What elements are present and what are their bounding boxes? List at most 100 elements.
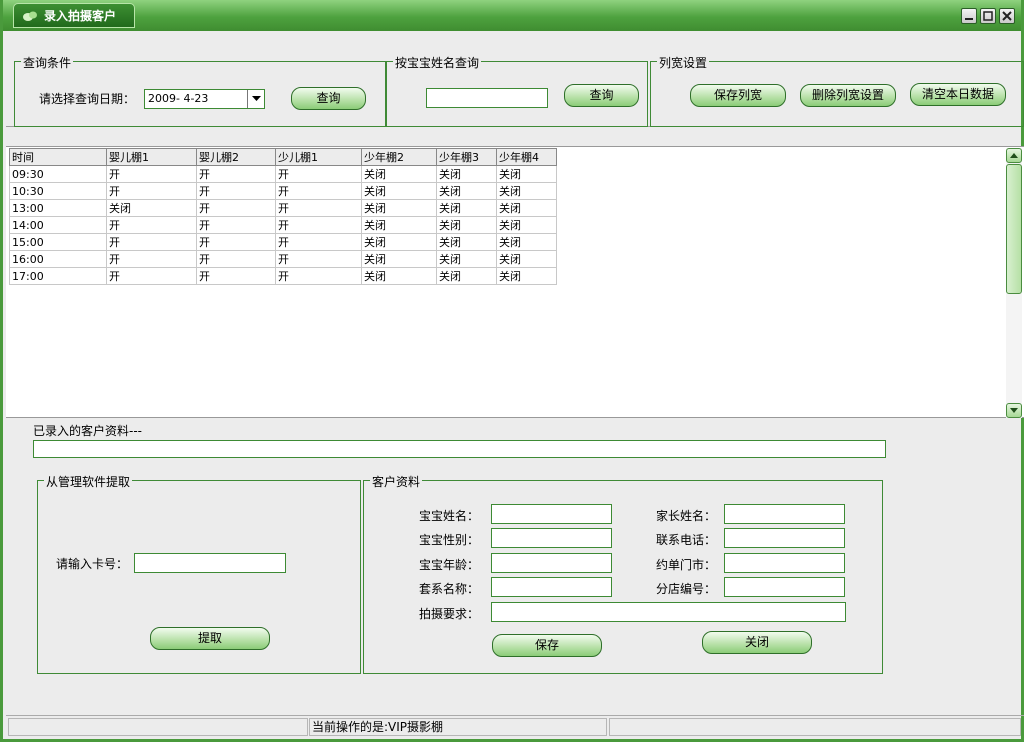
table-cell[interactable]: 关闭	[496, 182, 557, 200]
date-query-button[interactable]: 查询	[291, 87, 366, 110]
save-column-width-button[interactable]: 保存列宽	[690, 84, 786, 107]
table-cell[interactable]: 关闭	[496, 165, 557, 183]
column-header[interactable]: 少儿棚1	[275, 148, 362, 166]
table-cell[interactable]: 关闭	[361, 216, 437, 234]
baby-age-input[interactable]	[491, 553, 612, 573]
table-cell[interactable]: 关闭	[361, 267, 437, 285]
table-cell[interactable]: 开	[275, 233, 362, 251]
table-cell[interactable]: 关闭	[436, 182, 497, 200]
table-cell[interactable]: 17:00	[9, 267, 107, 285]
table-cell[interactable]: 关闭	[436, 267, 497, 285]
close-icon[interactable]	[999, 8, 1015, 24]
package-name-input[interactable]	[491, 577, 612, 597]
table-cell[interactable]: 14:00	[9, 216, 107, 234]
scroll-up-icon[interactable]	[1006, 148, 1022, 163]
column-header[interactable]: 少年棚3	[436, 148, 497, 166]
column-header[interactable]: 时间	[9, 148, 107, 166]
table-cell[interactable]: 开	[106, 165, 197, 183]
title-bar[interactable]: 录入拍摄客户	[3, 0, 1021, 31]
booking-store-input[interactable]	[724, 553, 845, 573]
table-row[interactable]: 10:30 开 开 开 关闭 关闭 关闭	[9, 182, 557, 200]
fetch-button[interactable]: 提取	[150, 627, 270, 650]
scroll-down-icon[interactable]	[1006, 403, 1022, 418]
table-cell[interactable]: 关闭	[496, 250, 557, 268]
delete-column-width-button[interactable]: 删除列宽设置	[800, 84, 896, 107]
column-header[interactable]: 婴儿棚1	[106, 148, 197, 166]
close-button[interactable]: 关闭	[702, 631, 812, 654]
table-cell[interactable]: 关闭	[361, 250, 437, 268]
table-cell[interactable]: 开	[196, 165, 276, 183]
phone-label: 联系电话：	[656, 533, 717, 547]
baby-name-search-input[interactable]	[426, 88, 548, 108]
table-row[interactable]: 17:00 开 开 开 关闭 关闭 关闭	[9, 267, 557, 285]
table-cell[interactable]: 开	[196, 199, 276, 217]
table-cell[interactable]: 关闭	[436, 250, 497, 268]
name-query-button[interactable]: 查询	[564, 84, 639, 107]
save-button[interactable]: 保存	[492, 634, 602, 657]
table-cell[interactable]: 开	[275, 267, 362, 285]
table-cell[interactable]: 开	[275, 250, 362, 268]
date-picker[interactable]: 2009- 4-23	[144, 89, 265, 109]
table-cell[interactable]: 开	[196, 182, 276, 200]
table-row[interactable]: 14:00 开 开 开 关闭 关闭 关闭	[9, 216, 557, 234]
table-row[interactable]: 15:00 开 开 开 关闭 关闭 关闭	[9, 233, 557, 251]
table-cell[interactable]: 15:00	[9, 233, 107, 251]
scrollbar-thumb[interactable]	[1006, 164, 1022, 294]
table-cell[interactable]: 16:00	[9, 250, 107, 268]
column-header[interactable]: 少年棚4	[496, 148, 557, 166]
baby-gender-input[interactable]	[491, 528, 612, 548]
table-cell[interactable]: 关闭	[361, 182, 437, 200]
table-cell[interactable]: 10:30	[9, 182, 107, 200]
table-cell[interactable]: 开	[106, 182, 197, 200]
table-cell[interactable]: 开	[196, 216, 276, 234]
table-cell[interactable]: 关闭	[496, 199, 557, 217]
phone-input[interactable]	[724, 528, 845, 548]
table-cell[interactable]: 关闭	[106, 199, 197, 217]
table-cell[interactable]: 开	[106, 233, 197, 251]
table-cell[interactable]: 开	[196, 267, 276, 285]
parent-name-input[interactable]	[724, 504, 845, 524]
table-cell[interactable]: 关闭	[436, 199, 497, 217]
baby-age-label: 宝宝年龄：	[419, 558, 480, 572]
table-cell[interactable]: 13:00	[9, 199, 107, 217]
table-cell[interactable]: 关闭	[361, 165, 437, 183]
table-cell[interactable]: 开	[106, 216, 197, 234]
column-header[interactable]: 少年棚2	[361, 148, 437, 166]
table-cell[interactable]: 开	[196, 250, 276, 268]
column-header[interactable]: 婴儿棚2	[196, 148, 276, 166]
table-cell[interactable]: 关闭	[436, 216, 497, 234]
entered-info-field[interactable]	[33, 440, 886, 458]
clear-today-data-button[interactable]: 清空本日数据	[910, 83, 1006, 106]
table-row[interactable]: 16:00 开 开 开 关闭 关闭 关闭	[9, 250, 557, 268]
shoot-requirement-input[interactable]	[491, 602, 846, 622]
table-cell[interactable]: 开	[106, 267, 197, 285]
table-cell[interactable]: 开	[196, 233, 276, 251]
table-row[interactable]: 13:00 关闭 开 开 关闭 关闭 关闭	[9, 199, 557, 217]
branch-number-input[interactable]	[724, 577, 845, 597]
table-cell[interactable]: 开	[275, 216, 362, 234]
table-cell[interactable]: 关闭	[496, 233, 557, 251]
table-cell[interactable]: 关闭	[361, 199, 437, 217]
top-query-band: 查询条件 请选择查询日期： 2009- 4-23 查询 按宝宝姓名查询 查询 列…	[6, 31, 1024, 127]
card-number-input[interactable]	[134, 553, 286, 573]
minimize-icon[interactable]	[961, 8, 977, 24]
dropdown-arrow-icon[interactable]	[247, 90, 264, 108]
date-label: 请选择查询日期：	[39, 92, 136, 106]
status-current-operation: 当前操作的是:VIP摄影棚	[309, 718, 607, 736]
table-row[interactable]: 09:30 开 开 开 关闭 关闭 关闭	[9, 165, 557, 183]
table-cell[interactable]: 09:30	[9, 165, 107, 183]
table-cell[interactable]: 关闭	[436, 233, 497, 251]
schedule-grid[interactable]: 时间 婴儿棚1 婴儿棚2 少儿棚1 少年棚2 少年棚3 少年棚4 09:30 开…	[9, 148, 557, 285]
table-cell[interactable]: 关闭	[436, 165, 497, 183]
table-cell[interactable]: 开	[275, 182, 362, 200]
table-cell[interactable]: 开	[275, 165, 362, 183]
grid-vertical-scrollbar[interactable]	[1006, 148, 1022, 418]
entered-info-label: 已录入的客户资料---	[33, 424, 142, 438]
table-cell[interactable]: 关闭	[361, 233, 437, 251]
table-cell[interactable]: 开	[106, 250, 197, 268]
table-cell[interactable]: 关闭	[496, 267, 557, 285]
table-cell[interactable]: 关闭	[496, 216, 557, 234]
baby-name-input[interactable]	[491, 504, 612, 524]
maximize-icon[interactable]	[980, 8, 996, 24]
table-cell[interactable]: 开	[275, 199, 362, 217]
